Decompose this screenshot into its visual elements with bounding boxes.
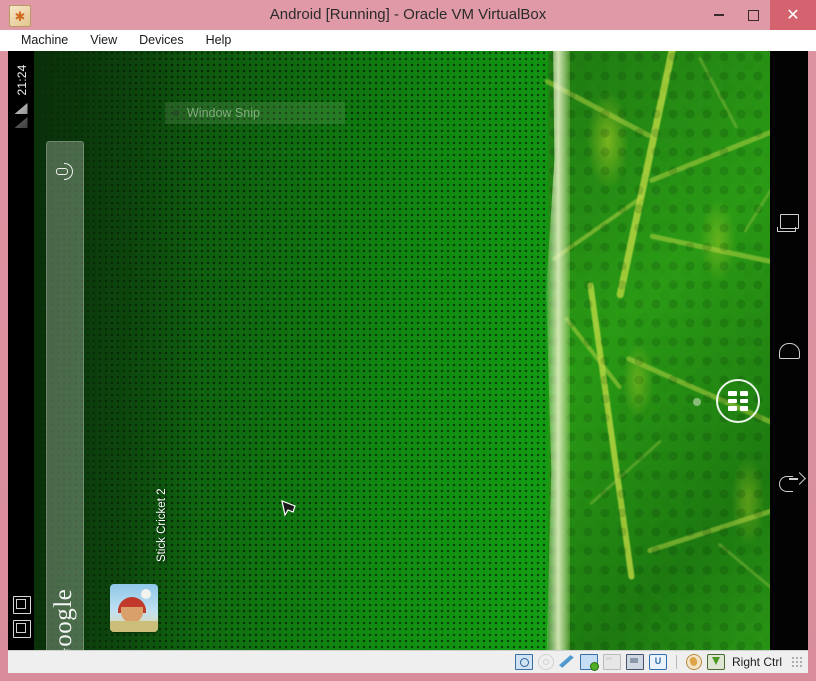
app-drawer-button[interactable] [716,379,760,423]
android-status-icons [11,103,31,128]
google-search-label: Google [46,567,82,650]
window-snip-overlay: Window Snip [165,102,345,124]
wifi-icon [15,117,28,128]
android-wallpaper [8,51,808,650]
vm-status-bar: U Right Ctrl [8,650,808,673]
window-controls: ✕ [702,0,816,30]
menu-item-help[interactable]: Help [195,30,243,51]
title-bar: ✱ Android [Running] - Oracle VM VirtualB… [0,0,816,30]
menu-item-machine[interactable]: Machine [10,30,79,51]
home-indicator-dot [693,398,701,406]
mouse-pointer-icon [280,500,296,520]
minimize-button[interactable] [702,0,736,30]
maximize-button[interactable] [736,0,770,30]
shared-folders-icon[interactable] [603,654,621,670]
close-icon: ✕ [786,5,799,25]
android-clock: 21:24 [9,51,35,110]
back-arrow-icon[interactable] [776,471,802,497]
virtualbox-window: ✱ Android [Running] - Oracle VM VirtualB… [0,0,816,681]
host-key-label: Right Ctrl [732,655,782,669]
window-title: Android [Running] - Oracle VM VirtualBox [0,0,816,30]
android-left-nav-group [8,588,34,650]
wallpaper-leaf [548,51,808,650]
status-separator [676,655,677,669]
host-key-icon[interactable] [707,654,725,670]
home-app-shortcut[interactable]: Stick Cricket 2 [110,584,158,632]
maximize-icon [748,10,759,21]
app-label: Stick Cricket 2 [154,470,170,562]
resize-grip-icon[interactable] [792,657,802,667]
microphone-icon[interactable] [56,164,74,182]
menu-bar: Machine View Devices Help [0,30,816,51]
video-capture-icon[interactable]: U [649,654,667,670]
vm-display[interactable]: Window Snip Google Stick Cricket 2 [8,51,808,650]
overview-card-icon[interactable] [13,596,31,614]
minimize-icon [714,14,724,16]
menu-item-view[interactable]: View [79,30,128,51]
google-search-widget[interactable]: Google [46,141,84,650]
mouse-integration-icon[interactable] [686,654,702,670]
home-icon[interactable] [776,339,802,365]
snip-square-icon [173,110,179,116]
stick-cricket-2-icon[interactable] [110,584,158,632]
optical-drive-icon[interactable] [538,654,554,670]
leaf-cell-texture [548,51,808,650]
apps-grid-icon [728,391,737,396]
network-icon[interactable] [580,654,598,670]
usb-icon[interactable] [559,655,575,669]
android-navigation-bar [770,51,808,650]
close-button[interactable]: ✕ [770,0,816,30]
cell-signal-icon [15,103,28,114]
recents-square-icon[interactable] [776,209,802,235]
android-status-bar: 21:24 [8,51,34,650]
window-snip-label: Window Snip [187,106,260,120]
hard-disk-icon[interactable] [515,654,533,670]
display-icon[interactable] [626,654,644,670]
menu-item-devices[interactable]: Devices [128,30,194,51]
list-card-icon[interactable] [13,620,31,638]
